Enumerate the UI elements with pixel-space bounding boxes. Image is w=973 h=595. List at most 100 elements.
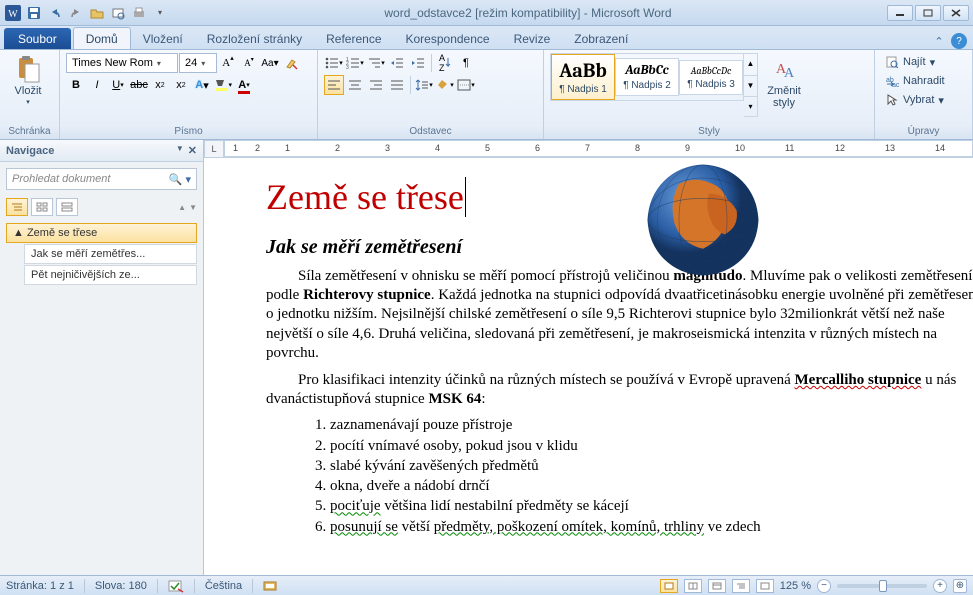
style-item[interactable]: AaBbCc¶ Nadpis 2 [615, 58, 679, 96]
ruler-corner[interactable]: L [204, 140, 224, 158]
maximize-icon[interactable] [915, 5, 941, 21]
list-item[interactable]: slabé kývání zavěšených předmětů [330, 456, 973, 476]
view-read-icon[interactable] [684, 579, 702, 593]
doc-paragraph[interactable]: Síla zemětřesení v ohnisku se měří pomoc… [266, 267, 973, 363]
zoom-out-icon[interactable]: − [817, 579, 831, 593]
nav-close-icon[interactable]: ✕ [188, 144, 197, 157]
nav-next-icon[interactable]: ▼ [189, 203, 197, 212]
list-item[interactable]: okna, dveře a nádobí drnčí [330, 476, 973, 496]
style-gallery[interactable]: AaBb¶ Nadpis 1AaBbCc¶ Nadpis 2AaBbCcDc¶ … [550, 53, 744, 101]
list-item[interactable]: zaznamenávají pouze přístroje [330, 415, 973, 435]
styles-up-icon[interactable]: ▲ [744, 54, 757, 73]
tab-references[interactable]: Reference [314, 28, 393, 49]
doc-paragraph[interactable]: Pro klasifikaci intenzity účinků na různ… [266, 371, 973, 409]
indent-dec-icon[interactable] [387, 53, 407, 73]
nav-item[interactable]: Jak se měří zemětřes... [24, 244, 197, 264]
tab-mailings[interactable]: Korespondence [394, 28, 502, 49]
close-icon[interactable] [943, 5, 969, 21]
zoom-level[interactable]: 125 % [780, 580, 811, 592]
doc-list[interactable]: zaznamenávají pouze přístrojepocítí vním… [266, 415, 973, 537]
tab-insert[interactable]: Vložení [131, 28, 195, 49]
tab-home[interactable]: Domů [73, 27, 131, 49]
styles-more-icon[interactable]: ▾ [744, 96, 757, 116]
proofing-icon[interactable] [168, 579, 184, 593]
help-icon[interactable]: ? [951, 33, 967, 49]
styles-down-icon[interactable]: ▼ [744, 75, 757, 95]
tab-layout[interactable]: Rozložení stránky [195, 28, 314, 49]
quick-print-icon[interactable] [130, 4, 148, 22]
zoom-slider[interactable] [837, 584, 927, 588]
line-spacing-icon[interactable]: ▾ [414, 75, 434, 95]
tab-view[interactable]: Zobrazení [562, 28, 640, 49]
font-name-combo[interactable]: Times New Rom▾ [66, 53, 178, 73]
align-left-icon[interactable] [324, 75, 344, 95]
view-web-icon[interactable] [708, 579, 726, 593]
nav-search-input[interactable]: Prohledat dokument 🔍 ▾ [6, 168, 197, 190]
view-print-icon[interactable] [660, 579, 678, 593]
grow-font-icon[interactable]: A▴ [218, 53, 238, 73]
nav-view-results-icon[interactable] [56, 198, 78, 216]
view-outline-icon[interactable] [732, 579, 750, 593]
status-language[interactable]: Čeština [205, 580, 242, 592]
search-icon[interactable]: 🔍 ▾ [169, 173, 191, 186]
qat-more-icon[interactable]: ▾ [151, 4, 169, 22]
font-size-combo[interactable]: 24▾ [179, 53, 217, 73]
list-item[interactable]: pocítí vnímavé osoby, pokud jsou v klidu [330, 436, 973, 456]
show-marks-icon[interactable]: ¶ [456, 53, 476, 73]
status-page[interactable]: Stránka: 1 z 1 [6, 580, 74, 592]
sort-icon[interactable]: AZ [435, 53, 455, 73]
subscript-icon[interactable]: x2 [150, 75, 170, 95]
text-effects-icon[interactable]: A▾ [192, 75, 212, 95]
font-color-icon[interactable]: A▾ [234, 75, 254, 95]
zoom-in-icon[interactable]: + [933, 579, 947, 593]
justify-icon[interactable] [387, 75, 407, 95]
list-item[interactable]: pociťuje většina lidí nestabilní předmět… [330, 496, 973, 516]
minimize-icon[interactable] [887, 5, 913, 21]
macro-icon[interactable] [263, 580, 277, 592]
select-button[interactable]: Vybrat ▾ [881, 91, 948, 109]
change-case-icon[interactable]: Aa▾ [260, 53, 280, 73]
open-icon[interactable] [88, 4, 106, 22]
bullets-icon[interactable]: ▾ [324, 53, 344, 73]
file-tab[interactable]: Soubor [4, 28, 71, 49]
highlight-icon[interactable]: ▾ [213, 75, 233, 95]
nav-item[interactable]: ▲ Země se třese [6, 223, 197, 243]
bold-icon[interactable]: B [66, 75, 86, 95]
find-button[interactable]: Najít ▾ [881, 53, 939, 71]
style-item[interactable]: AaBbCcDc¶ Nadpis 3 [679, 60, 743, 95]
style-item[interactable]: AaBb¶ Nadpis 1 [551, 54, 615, 100]
underline-icon[interactable]: U▾ [108, 75, 128, 95]
align-center-icon[interactable] [345, 75, 365, 95]
doc-heading-1[interactable]: Země se třese [266, 176, 466, 218]
shading-icon[interactable]: ▾ [435, 75, 455, 95]
tab-review[interactable]: Revize [502, 28, 563, 49]
print-preview-icon[interactable] [109, 4, 127, 22]
redo-icon[interactable] [67, 4, 85, 22]
multilevel-icon[interactable]: ▾ [366, 53, 386, 73]
doc-heading-2[interactable]: Jak se měří zemětřesení [266, 236, 973, 259]
superscript-icon[interactable]: x2 [171, 75, 191, 95]
borders-icon[interactable]: ▾ [456, 75, 476, 95]
nav-prev-icon[interactable]: ▲ [178, 203, 186, 212]
nav-item[interactable]: Pět nejničivějších ze... [24, 265, 197, 285]
status-words[interactable]: Slova: 180 [95, 580, 147, 592]
italic-icon[interactable]: I [87, 75, 107, 95]
change-styles-button[interactable]: AA Změnit styly [762, 53, 806, 111]
nav-view-pages-icon[interactable] [31, 198, 53, 216]
zoom-fit-icon[interactable]: ⊕ [953, 579, 967, 593]
numbering-icon[interactable]: 123▾ [345, 53, 365, 73]
align-right-icon[interactable] [366, 75, 386, 95]
shrink-font-icon[interactable]: A▾ [239, 53, 259, 73]
ribbon-minimize-icon[interactable]: ⌃ [931, 33, 947, 49]
clear-format-icon[interactable] [281, 53, 301, 73]
strike-icon[interactable]: abc [129, 75, 149, 95]
horizontal-ruler[interactable]: 121234567891011121314 [224, 140, 973, 157]
nav-view-headings-icon[interactable] [6, 198, 28, 216]
view-draft-icon[interactable] [756, 579, 774, 593]
paste-button[interactable]: Vložit ▾ [6, 53, 50, 109]
replace-button[interactable]: abacNahradit [881, 72, 949, 90]
undo-icon[interactable] [46, 4, 64, 22]
indent-inc-icon[interactable] [408, 53, 428, 73]
save-icon[interactable] [25, 4, 43, 22]
list-item[interactable]: posunují se větší předměty, poškození om… [330, 517, 973, 537]
